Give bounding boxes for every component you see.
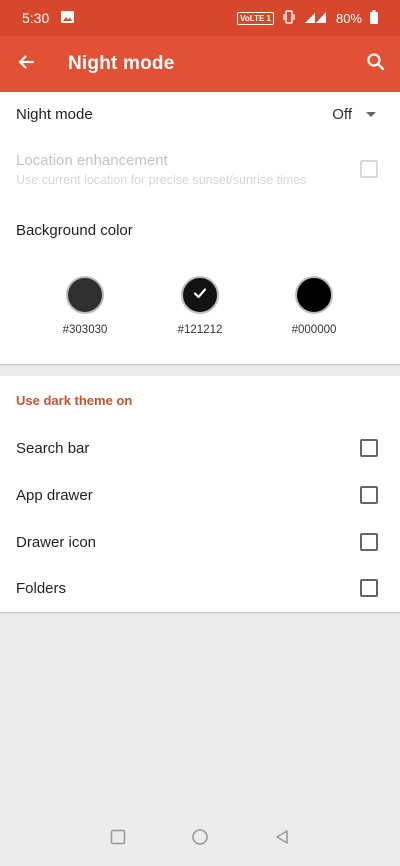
drawer-icon-row[interactable]: Drawer icon: [0, 526, 400, 558]
recents-square-icon: [110, 829, 126, 850]
background-color-row: Background color: [0, 218, 400, 242]
night-mode-row[interactable]: Night mode Off: [0, 92, 400, 136]
signal-icon: [304, 10, 328, 27]
drawer-icon-checkbox[interactable]: [360, 533, 378, 551]
chevron-down-icon: [366, 111, 376, 117]
image-icon: [61, 10, 75, 26]
checkmark-icon: [193, 286, 207, 305]
search-button[interactable]: [348, 36, 400, 92]
search-bar-checkbox[interactable]: [360, 439, 378, 457]
app-bar: Night mode: [0, 36, 400, 92]
search-bar-row[interactable]: Search bar: [0, 432, 400, 464]
recents-button[interactable]: [77, 829, 159, 850]
status-time: 5:30: [22, 10, 50, 26]
status-bar: 5:30 VoLTE 1 80%: [0, 0, 400, 36]
home-circle-icon: [191, 828, 209, 851]
arrow-left-icon: [16, 52, 36, 77]
swatch-label: #000000: [291, 324, 337, 336]
location-enhancement-checkbox: [360, 160, 378, 178]
dark-theme-header-row: Use dark theme on: [0, 390, 400, 410]
section-header: Use dark theme on: [16, 392, 133, 408]
dark-theme-card: Use dark theme on Search bar App drawer …: [0, 376, 400, 612]
night-mode-dropdown[interactable]: Off: [332, 106, 376, 123]
volte-badge: VoLTE 1: [237, 11, 274, 25]
home-button[interactable]: [159, 828, 241, 851]
app-drawer-row[interactable]: App drawer: [0, 479, 400, 511]
battery-icon: [370, 9, 378, 27]
background-color-label: Background color: [16, 221, 133, 239]
location-enhancement-subtitle: Use current location for precise sunset/…: [16, 172, 307, 187]
color-swatch-selected[interactable]: [181, 276, 219, 314]
page-title: Night mode: [68, 53, 175, 74]
drawer-icon-label: Drawer icon: [16, 533, 97, 551]
folders-label: Folders: [16, 579, 67, 597]
battery-percent: 80%: [335, 10, 362, 26]
color-swatch[interactable]: [295, 276, 333, 314]
color-swatch[interactable]: [66, 276, 104, 314]
location-enhancement-title: Location enhancement: [16, 151, 168, 169]
location-enhancement-row: Location enhancement Use current locatio…: [0, 146, 400, 192]
app-drawer-label: App drawer: [16, 486, 93, 504]
swatch-label: #121212: [177, 324, 223, 336]
search-bar-label: Search bar: [16, 439, 90, 457]
back-button[interactable]: [0, 36, 54, 92]
swatch-303030[interactable]: #303030: [40, 276, 130, 336]
navigation-bar: [0, 812, 400, 866]
search-icon: [366, 52, 386, 77]
swatch-121212[interactable]: #121212: [155, 276, 245, 336]
folders-row[interactable]: Folders: [0, 572, 400, 604]
night-mode-card: Night mode Off Location enhancement Use …: [0, 92, 400, 364]
app-drawer-checkbox[interactable]: [360, 486, 378, 504]
night-mode-value: Off: [332, 105, 352, 123]
night-mode-label: Night mode: [16, 105, 93, 123]
vibrate-icon: [282, 9, 296, 27]
back-triangle-icon: [274, 829, 290, 850]
folders-checkbox[interactable]: [360, 579, 378, 597]
swatch-000000[interactable]: #000000: [269, 276, 359, 336]
nav-back-button[interactable]: [241, 829, 323, 850]
swatch-label: #303030: [62, 324, 108, 336]
